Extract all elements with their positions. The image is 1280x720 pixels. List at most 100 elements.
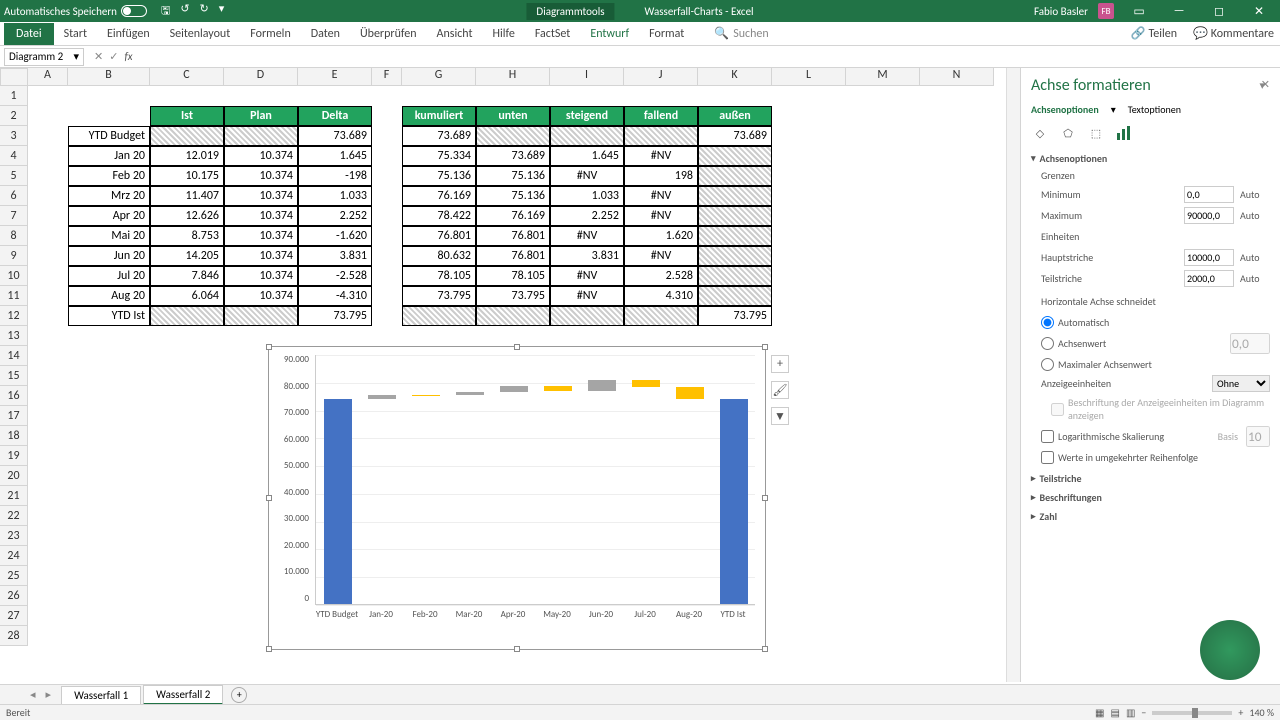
- maximize-icon[interactable]: ◻: [1204, 4, 1234, 19]
- show-units-label-checkbox: [1051, 403, 1064, 416]
- zoom-level[interactable]: 140 %: [1249, 706, 1274, 719]
- chart-plot-area[interactable]: [315, 355, 755, 605]
- radio-axis-value[interactable]: [1041, 337, 1054, 350]
- section-axis-options[interactable]: Achsenoptionen: [1031, 152, 1270, 165]
- autosave-label: Automatisches Speichern: [4, 5, 117, 18]
- section-ticks[interactable]: Teilstriche: [1031, 472, 1270, 485]
- sheet-nav-first[interactable]: ◂: [30, 688, 36, 701]
- reverse-checkbox[interactable]: [1041, 451, 1054, 464]
- chart-filter-button[interactable]: ▼: [771, 407, 789, 425]
- cancel-icon[interactable]: ✕: [94, 50, 103, 63]
- sheet-area[interactable]: ABCDEFGHIJKLMN 1234567891011121314151617…: [0, 68, 1020, 682]
- sheet-tabs: ◂ ▸ Wasserfall 1 Wasserfall 2 +: [0, 684, 1280, 704]
- chart-handle[interactable]: [266, 344, 272, 350]
- chart-handle[interactable]: [762, 495, 768, 501]
- sheet-tab-2[interactable]: Wasserfall 2: [143, 685, 223, 705]
- user-name[interactable]: Fabio Basler: [1034, 5, 1088, 18]
- pane-close-icon[interactable]: ✕: [1261, 78, 1270, 91]
- tab-help[interactable]: Hilfe: [483, 27, 525, 41]
- select-all-corner[interactable]: [0, 68, 28, 86]
- enter-icon[interactable]: ✓: [109, 50, 118, 63]
- axis-icon[interactable]: [1115, 124, 1133, 142]
- max-input[interactable]: [1184, 207, 1234, 224]
- view-pagebreak-icon[interactable]: ▥: [1126, 706, 1135, 719]
- bounds-label: Grenzen: [1031, 169, 1270, 182]
- close-icon[interactable]: ✕: [1244, 4, 1274, 19]
- tab-insert[interactable]: Einfügen: [97, 27, 160, 41]
- ribbon: Datei Start Einfügen Seitenlayout Formel…: [0, 22, 1280, 46]
- comments-button[interactable]: 💬 Kommentare: [1193, 26, 1274, 41]
- min-input[interactable]: [1184, 186, 1234, 203]
- format-axis-pane: Achse formatieren ▾ ✕ Achsenoptionen▾ Te…: [1020, 68, 1280, 682]
- tab-factset[interactable]: FactSet: [525, 27, 580, 41]
- size-icon[interactable]: ⬚: [1087, 124, 1105, 142]
- min-auto[interactable]: Auto: [1240, 188, 1270, 201]
- chart-x-axis[interactable]: YTD BudgetJan-20Feb-20Mar-20Apr-20May-20…: [315, 609, 755, 620]
- share-button[interactable]: 🔗 Teilen: [1131, 26, 1177, 41]
- tab-design[interactable]: Entwurf: [580, 27, 639, 41]
- subtab-axis-options[interactable]: Achsenoptionen: [1031, 103, 1099, 116]
- zoom-out-icon[interactable]: −: [1141, 706, 1146, 719]
- display-units-select[interactable]: Ohne: [1212, 375, 1270, 392]
- search-box[interactable]: 🔍Suchen: [714, 26, 768, 41]
- chart-handle[interactable]: [266, 495, 272, 501]
- fx-icon[interactable]: fx: [124, 50, 132, 63]
- redo-icon[interactable]: ↻: [200, 2, 209, 21]
- zoom-slider[interactable]: [1152, 711, 1232, 715]
- chart-handle[interactable]: [514, 344, 520, 350]
- row-headers[interactable]: 1234567891011121314151617181920212223242…: [0, 86, 28, 646]
- minor-auto[interactable]: Auto: [1240, 272, 1270, 285]
- qat-more-icon[interactable]: ▾: [219, 2, 225, 21]
- formula-input[interactable]: [139, 48, 1280, 66]
- effects-icon[interactable]: ⬠: [1059, 124, 1077, 142]
- fill-icon[interactable]: ◇: [1031, 124, 1049, 142]
- view-normal-icon[interactable]: ▦: [1095, 706, 1104, 719]
- display-units-label: Anzeigeeinheiten: [1041, 377, 1212, 390]
- major-auto[interactable]: Auto: [1240, 251, 1270, 264]
- sheet-nav-prev[interactable]: ▸: [46, 688, 52, 701]
- chart-handle[interactable]: [762, 344, 768, 350]
- chart-object[interactable]: + 🖌 ▼ 90.00080.00070.00060.00050.00040.0…: [268, 346, 766, 650]
- watermark-logo: [1200, 620, 1260, 680]
- user-avatar[interactable]: FB: [1098, 3, 1114, 19]
- minimize-icon[interactable]: —: [1164, 4, 1194, 18]
- tab-review[interactable]: Überprüfen: [350, 27, 427, 41]
- autosave-toggle[interactable]: Automatisches Speichern: [4, 5, 147, 18]
- name-box[interactable]: Diagramm 2▾: [4, 48, 84, 66]
- radio-automatic[interactable]: [1041, 316, 1054, 329]
- section-number[interactable]: Zahl: [1031, 510, 1270, 523]
- tab-file[interactable]: Datei: [4, 23, 54, 45]
- status-ready: Bereit: [6, 706, 30, 719]
- tab-format[interactable]: Format: [639, 27, 694, 41]
- document-title: Wasserfall-Charts - Excel: [645, 5, 754, 18]
- log-base-input: [1246, 426, 1270, 447]
- tab-view[interactable]: Ansicht: [427, 27, 483, 41]
- ribbon-options-icon[interactable]: ▭: [1124, 4, 1154, 19]
- max-auto[interactable]: Auto: [1240, 209, 1270, 222]
- chart-handle[interactable]: [514, 646, 520, 652]
- add-sheet-button[interactable]: +: [231, 687, 247, 703]
- sheet-tab-1[interactable]: Wasserfall 1: [61, 686, 141, 704]
- tab-start[interactable]: Start: [54, 27, 97, 41]
- chart-styles-button[interactable]: 🖌: [771, 381, 789, 399]
- chart-handle[interactable]: [762, 646, 768, 652]
- tab-formulas[interactable]: Formeln: [240, 27, 300, 41]
- major-input[interactable]: [1184, 249, 1234, 266]
- save-icon[interactable]: 🖫: [161, 2, 170, 21]
- log-checkbox[interactable]: [1041, 430, 1054, 443]
- chart-y-axis[interactable]: 90.00080.00070.00060.00050.00040.00030.0…: [279, 355, 309, 620]
- section-labels[interactable]: Beschriftungen: [1031, 491, 1270, 504]
- subtab-text-options[interactable]: Textoptionen: [1128, 103, 1181, 116]
- chart-elements-button[interactable]: +: [771, 355, 789, 373]
- column-headers[interactable]: ABCDEFGHIJKLMN: [28, 68, 1020, 86]
- tab-pagelayout[interactable]: Seitenlayout: [160, 27, 241, 41]
- vertical-scrollbar[interactable]: [1006, 68, 1020, 682]
- radio-max-axis-value[interactable]: [1041, 358, 1054, 371]
- tab-data[interactable]: Daten: [301, 27, 350, 41]
- pane-title: Achse formatieren ▾: [1031, 76, 1270, 95]
- view-pagelayout-icon[interactable]: ▤: [1111, 706, 1120, 719]
- zoom-in-icon[interactable]: +: [1238, 706, 1243, 719]
- chart-handle[interactable]: [266, 646, 272, 652]
- undo-icon[interactable]: ↺: [180, 2, 189, 21]
- minor-input[interactable]: [1184, 270, 1234, 287]
